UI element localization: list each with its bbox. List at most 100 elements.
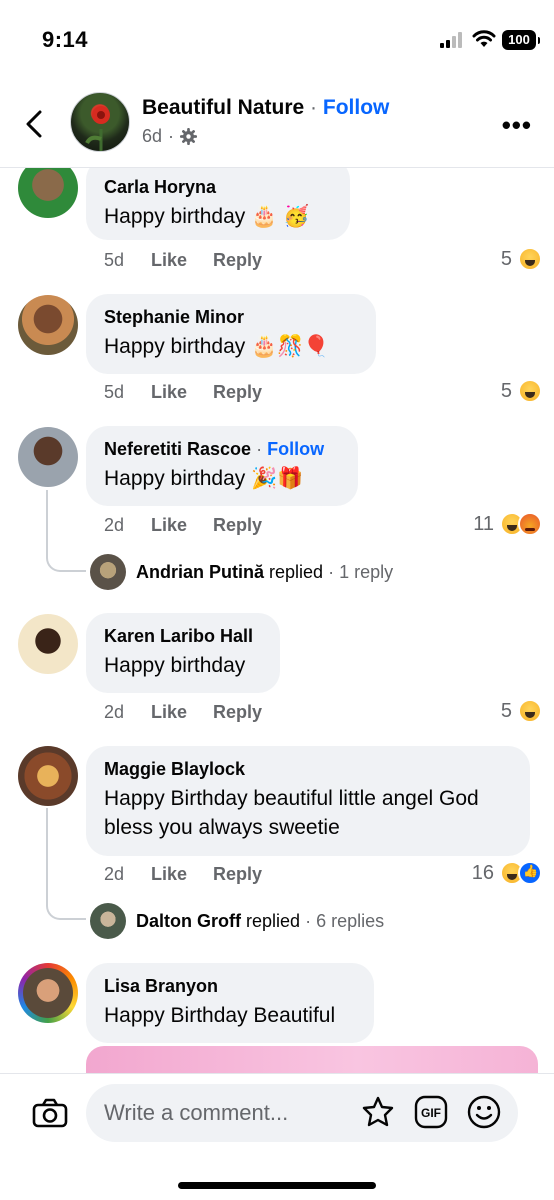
comment-time: 2d <box>104 702 125 722</box>
wifi-icon <box>472 30 496 47</box>
avatar[interactable] <box>18 614 78 674</box>
comment-actions: 5d Like Reply <box>104 250 262 271</box>
comment-input[interactable] <box>86 1084 518 1142</box>
avatar[interactable] <box>18 295 78 355</box>
view-replies-row[interactable]: Dalton Groff replied · 6 replies <box>90 903 384 939</box>
reply-button[interactable]: Reply <box>213 515 262 536</box>
like-button[interactable]: Like <box>151 515 213 536</box>
avatar[interactable] <box>18 168 78 218</box>
post-meta: 6d · <box>142 126 198 147</box>
gif-icon[interactable]: GIF <box>414 1095 448 1129</box>
comment-bubble[interactable]: Neferetiti Rascoe · Follow Happy birthda… <box>86 426 358 506</box>
comment-bubble[interactable]: Carla Horyna Happy birthday 🎂 🥳 <box>86 168 350 240</box>
comment-author[interactable]: Karen Laribo Hall <box>104 625 262 647</box>
gear-icon <box>180 128 198 145</box>
avatar <box>90 554 126 590</box>
reaction-count: 5 <box>500 247 512 270</box>
reply-button[interactable]: Reply <box>213 864 262 885</box>
post-header: Beautiful Nature · Follow 6d · ••• <box>0 80 554 168</box>
haha-reaction-icon <box>518 699 542 723</box>
comment-text: Happy birthday 🎂 🥳 <box>104 205 310 228</box>
comment-text: Happy birthday <box>104 654 246 677</box>
camera-icon[interactable] <box>32 1098 68 1128</box>
comment-actions: 5d Like Reply <box>104 382 262 403</box>
svg-text:GIF: GIF <box>421 1106 441 1120</box>
reply-button[interactable]: Reply <box>213 382 262 403</box>
comment-bubble[interactable]: Karen Laribo Hall Happy birthday <box>86 613 280 693</box>
reaction-summary[interactable]: 5 <box>501 699 542 723</box>
thread-connector <box>46 808 86 920</box>
reply-author: Dalton Groff <box>136 910 241 931</box>
reply-button[interactable]: Reply <box>213 250 262 271</box>
comment-author-name[interactable]: Neferetiti Rascoe <box>104 439 251 459</box>
name-separator: · <box>310 96 318 119</box>
reaction-count: 11 <box>473 512 494 535</box>
page-name-label[interactable]: Beautiful Nature <box>142 96 304 119</box>
comment-image-attachment[interactable] <box>86 1046 538 1073</box>
reply-action: replied <box>246 910 301 931</box>
haha-reaction-icon <box>518 379 542 403</box>
thread-connector <box>46 490 86 572</box>
comment-text-line: bless you always sweetie <box>104 816 340 839</box>
like-reaction-icon <box>518 861 542 885</box>
comments-feed[interactable]: Carla Horyna Happy birthday 🎂 🥳 5d Like … <box>0 168 554 1073</box>
signal-icon <box>440 32 466 48</box>
reply-count: · 6 replies <box>305 910 385 931</box>
comment-author[interactable]: Carla Horyna <box>104 176 332 198</box>
comment-text: Happy Birthday beautiful little angel Go… <box>104 784 512 842</box>
comment-author[interactable]: Maggie Blaylock <box>104 758 512 780</box>
avatar[interactable] <box>18 746 78 806</box>
like-button[interactable]: Like <box>151 864 213 885</box>
comment-author[interactable]: Stephanie Minor <box>104 306 358 328</box>
reaction-summary[interactable]: 5 <box>501 247 542 271</box>
meta-separator: · <box>168 126 175 146</box>
comment-bubble[interactable]: Stephanie Minor Happy birthday 🎂🎊🎈 <box>86 294 376 374</box>
comment-time: 2d <box>104 864 125 884</box>
reply-button[interactable]: Reply <box>213 702 262 723</box>
reaction-count: 16 <box>471 861 494 884</box>
avatar[interactable] <box>18 427 78 487</box>
post-age: 6d <box>142 126 163 146</box>
comment-actions: 2d Like Reply <box>104 515 262 536</box>
comment-actions: 2d Like Reply <box>104 864 262 885</box>
comment-composer: GIF <box>0 1073 554 1200</box>
reaction-summary[interactable]: 16 <box>472 861 542 885</box>
status-bar: 9:14 100 <box>0 0 554 80</box>
name-separator: · <box>256 439 263 459</box>
follow-page-button[interactable]: Follow <box>323 96 390 119</box>
angry-reaction-icon <box>518 512 542 536</box>
sticker-icon[interactable] <box>360 1094 396 1130</box>
comment-time: 2d <box>104 515 125 535</box>
view-replies-row[interactable]: Andrian Putină replied · 1 reply <box>90 554 393 590</box>
comment-text: Happy birthday 🎉🎁 <box>104 467 304 490</box>
comment-bubble[interactable]: Maggie Blaylock Happy Birthday beautiful… <box>86 746 530 856</box>
battery-icon: 100 <box>502 30 540 50</box>
comment-text: Happy birthday 🎂🎊🎈 <box>104 335 330 358</box>
reaction-count: 5 <box>500 379 512 402</box>
avatar[interactable] <box>18 963 78 1023</box>
avatar <box>90 903 126 939</box>
home-indicator <box>178 1182 376 1189</box>
reaction-summary[interactable]: 5 <box>501 379 542 403</box>
comment-bubble[interactable]: Lisa Branyon Happy Birthday Beautiful <box>86 963 374 1043</box>
comment-text: Happy Birthday Beautiful <box>104 1004 336 1027</box>
follow-user-button[interactable]: Follow <box>267 439 324 459</box>
emoji-icon[interactable] <box>466 1094 502 1130</box>
page-avatar[interactable] <box>70 92 130 152</box>
reply-count: · 1 reply <box>328 561 394 582</box>
haha-reaction-icon <box>518 247 542 271</box>
comment-author[interactable]: Lisa Branyon <box>104 975 356 997</box>
reaction-count: 5 <box>500 699 512 722</box>
status-time: 9:14 <box>42 27 89 52</box>
like-button[interactable]: Like <box>151 382 213 403</box>
more-horizontal-icon[interactable]: ••• <box>502 110 532 141</box>
comment-time: 5d <box>104 382 125 402</box>
comment-time: 5d <box>104 250 125 270</box>
like-button[interactable]: Like <box>151 250 213 271</box>
like-button[interactable]: Like <box>151 702 213 723</box>
chevron-left-icon[interactable] <box>20 104 50 144</box>
page-name[interactable]: Beautiful Nature · Follow <box>142 96 389 120</box>
comment-author[interactable]: Neferetiti Rascoe · Follow <box>104 438 340 460</box>
reaction-summary[interactable]: 11 <box>473 512 542 536</box>
comment-text-line: Happy Birthday beautiful little angel Go… <box>104 787 479 810</box>
